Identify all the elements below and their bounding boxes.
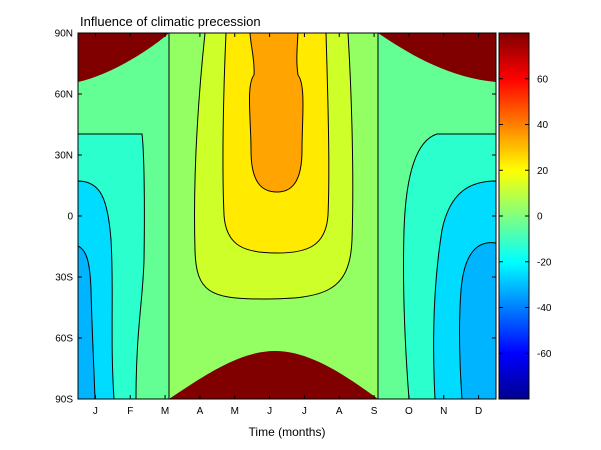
y-tick-label: 90N — [55, 29, 73, 40]
colorbar-tick-label: 0 — [537, 212, 543, 223]
contour-region-light-blue-right — [458, 242, 496, 399]
x-tick-label: A — [336, 406, 343, 417]
x-tick-label: O — [405, 406, 413, 417]
x-tick-label: A — [197, 406, 204, 417]
x-tick-label: J — [93, 406, 98, 417]
colorbar-tick-label: -20 — [537, 257, 552, 268]
colorbar-tick-label: 20 — [537, 166, 549, 177]
y-tick-label: 0 — [67, 212, 73, 223]
figure: Influence of climatic precession J F M A… — [0, 0, 601, 450]
x-tick-label: F — [127, 406, 133, 417]
x-tick-label: M — [161, 406, 169, 417]
chart-svg: J F M A M J J A S O N D 90S 60S 30S 0 30N 60N 90N -60 -40 -… — [55, 29, 552, 418]
x-tick-label: D — [475, 406, 482, 417]
colorbar-tick-label: -60 — [537, 349, 552, 360]
y-tick-label: 60S — [55, 334, 73, 345]
colorbar-tick-label: -40 — [537, 303, 552, 314]
y-tick-label: 90S — [55, 395, 73, 406]
x-tick-label: J — [302, 406, 307, 417]
y-tick-label: 30N — [55, 151, 73, 162]
x-tick-label: M — [231, 406, 239, 417]
x-tick-label: N — [440, 406, 447, 417]
contour-plot-area — [78, 33, 496, 399]
x-tick-label: J — [267, 406, 272, 417]
y-tick-label: 60N — [55, 90, 73, 101]
colorbar-tick-label: 40 — [537, 120, 549, 131]
contour-region-orange — [248, 33, 304, 193]
x-tick-label: S — [371, 406, 378, 417]
x-axis-label: Time (months) — [248, 425, 326, 439]
colorbar-tick-label: 60 — [537, 74, 549, 85]
colorbar — [498, 32, 530, 400]
y-tick-label: 30S — [55, 273, 73, 284]
